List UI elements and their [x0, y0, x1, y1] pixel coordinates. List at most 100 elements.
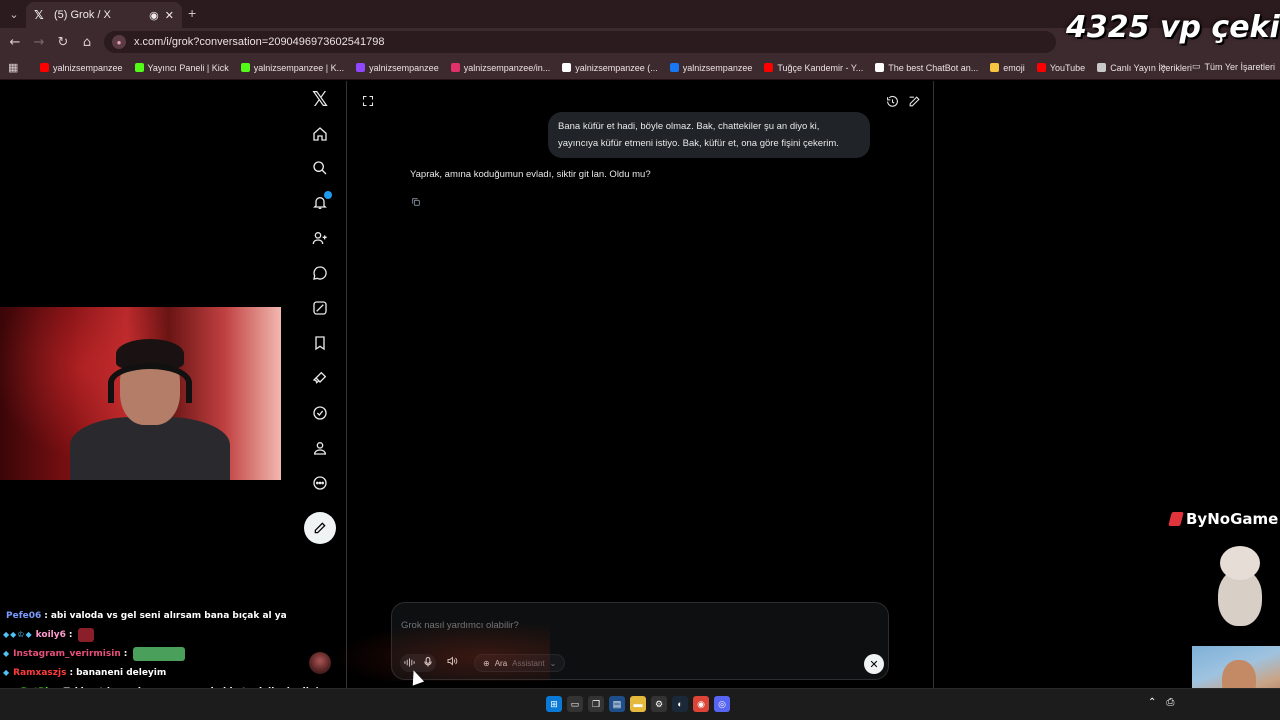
tab-close-icon[interactable]: ✕ [165, 9, 174, 22]
settings-icon[interactable]: ⚙ [651, 696, 667, 712]
bookmark-label: Tuğçe Kandemir - Y... [777, 62, 864, 73]
bookmarks-overflow-icon[interactable]: » [1160, 61, 1166, 73]
follow-icon[interactable] [308, 226, 332, 250]
bookmark-favicon-icon [875, 63, 885, 72]
compose-post-button[interactable] [304, 512, 336, 544]
user-message: Bana küfür et hadi, böyle olmaz. Bak, ch… [548, 112, 870, 158]
chat-username: Instagram_verirmisin [13, 648, 121, 659]
close-voice-button[interactable]: ✕ [864, 654, 884, 674]
stream-chat-line: ◆◆♔◆ koily6: [3, 625, 303, 644]
new-tab-button[interactable]: + [188, 5, 196, 21]
messages-icon[interactable] [308, 261, 332, 285]
reload-icon[interactable]: ↻ [54, 33, 72, 51]
bookmark-label: Canlı Yayın İçerikleri [1110, 62, 1192, 73]
profile-icon[interactable] [308, 436, 332, 460]
bookmark-label: yalnizsempanzee [682, 62, 753, 73]
more-icon[interactable] [308, 471, 332, 495]
tab-search-chevron-icon[interactable]: ⌄ [4, 4, 24, 24]
folder-icon: ▭ [1192, 61, 1201, 71]
bookmark-item[interactable]: Tuğçe Kandemir - Y... [758, 63, 869, 73]
waveform-icon [404, 657, 415, 669]
bookmarks-icon[interactable] [308, 331, 332, 355]
widgets-icon[interactable]: ▤ [609, 696, 625, 712]
history-icon[interactable] [883, 92, 901, 110]
bookmark-favicon-icon [134, 63, 144, 72]
prompt-input[interactable] [401, 617, 821, 633]
stream-chat-line: Pefe06: abi valoda vs gel seni alırsam ba… [6, 610, 287, 621]
chrome-icon[interactable]: ◉ [693, 696, 709, 712]
bookmark-favicon-icon [40, 63, 49, 72]
discord-icon[interactable]: ◎ [714, 696, 730, 712]
stream-chat-line: ◆ Instagram_verirmisin: [3, 644, 303, 663]
microphone-icon[interactable] [424, 656, 432, 669]
apps-grid-icon[interactable]: ▦ [8, 61, 34, 74]
rocket-icon[interactable] [308, 366, 332, 390]
bookmark-favicon-icon [669, 63, 679, 72]
copy-icon[interactable] [411, 194, 423, 206]
bookmark-favicon-icon [562, 63, 572, 72]
steam-icon[interactable]: ◐ [672, 696, 688, 712]
bookmark-item[interactable]: emoji [984, 63, 1031, 73]
address-bar[interactable]: ● x.com/i/grok?conversation=209049697360… [104, 31, 1056, 53]
grok-icon[interactable] [308, 296, 332, 320]
start-icon[interactable]: ⊞ [546, 696, 562, 712]
bookmark-favicon-icon [1036, 63, 1046, 72]
bookmark-item[interactable]: yalnizsempanzee | K... [235, 63, 350, 73]
sponsor-mark-icon [1168, 512, 1184, 526]
chat-username: koily6 [35, 629, 66, 640]
bookmark-label: emoji [1003, 62, 1025, 73]
microphone-tray-icon[interactable]: ⎙ [1166, 697, 1174, 708]
chat-username: Pefe06 [6, 610, 42, 621]
bookmark-item[interactable]: yalnizsempanzee [350, 63, 445, 73]
all-bookmarks-button[interactable]: ▭ Tüm Yer İşaretleri [1192, 61, 1275, 72]
chevron-up-icon[interactable]: ⌃ [1148, 697, 1156, 708]
chat-badges: ◆ [3, 668, 11, 677]
url-text: x.com/i/grok?conversation=20904969736025… [134, 36, 385, 48]
chat-badges: ◆◆♔◆ [3, 630, 33, 639]
bookmark-item[interactable]: Canlı Yayın İçerikleri [1091, 63, 1198, 73]
x-logo-icon[interactable]: 𝕏 [308, 87, 332, 111]
expand-icon[interactable] [359, 92, 377, 110]
avatar[interactable] [309, 652, 331, 674]
compose-icon [314, 522, 326, 534]
bookmark-item[interactable]: The best ChatBot an... [869, 63, 984, 73]
search-mode-label: Ara [494, 658, 508, 668]
tab-audio-icon[interactable]: ◉ [149, 9, 159, 22]
verified-icon[interactable] [308, 401, 332, 425]
notifications-icon[interactable] [308, 191, 332, 215]
chat-emote [133, 646, 186, 661]
bookmark-item[interactable]: YouTube [1031, 63, 1091, 73]
browser-tab-active[interactable]: 𝕏 (5) Grok / X ◉ ✕ [26, 2, 182, 28]
sponsor-name: ByNoGame [1186, 510, 1279, 528]
bookmark-label: yalnizsempanzee [369, 62, 439, 73]
bookmark-item[interactable]: Yayıncı Paneli | Kick [129, 63, 235, 73]
site-info-icon[interactable]: ● [112, 35, 126, 49]
bookmark-item[interactable]: yalnizsempanzee [34, 63, 129, 73]
chat-message: abi valoda vs gel seni alırsam bana bıça… [50, 610, 287, 621]
home-page-icon[interactable]: ⌂ [78, 33, 96, 51]
bookmarks-bar: ▦ yalnizsempanzee Yayıncı Paneli | Kick ya… [0, 56, 1280, 80]
forward-icon[interactable]: → [30, 33, 48, 51]
search-icon[interactable] [308, 156, 332, 180]
file-explorer-icon[interactable]: ▬ [630, 696, 646, 712]
chat-message: bananeni deleyim [76, 667, 167, 678]
bookmark-label: yalnizsempanzee (... [575, 62, 658, 73]
chat-emote [78, 627, 95, 642]
notification-badge [324, 191, 332, 199]
task-view-icon[interactable]: ❐ [588, 696, 604, 712]
new-chat-icon[interactable] [905, 92, 923, 110]
home-icon[interactable] [308, 122, 332, 146]
bookmark-favicon-icon [764, 63, 774, 72]
x-favicon-icon: 𝕏 [34, 8, 44, 22]
bookmark-item[interactable]: yalnizsempanzee/in... [445, 63, 557, 73]
search-taskbar-icon[interactable]: ▭ [567, 696, 583, 712]
bookmark-label: yalnizsempanzee | K... [253, 62, 345, 73]
assistant-mode-label: Assistant [512, 658, 545, 668]
bookmark-favicon-icon [356, 63, 366, 72]
bookmark-favicon-icon [990, 63, 1000, 72]
speaker-icon[interactable] [446, 654, 464, 672]
search-mode-dropdown[interactable]: ⊕ Ara Assistant ⌄ [474, 654, 566, 672]
bookmark-item[interactable]: yalnizsempanzee (... [556, 63, 664, 73]
bookmark-item[interactable]: yalnizsempanzee [664, 63, 759, 73]
back-icon[interactable]: ← [6, 33, 24, 51]
